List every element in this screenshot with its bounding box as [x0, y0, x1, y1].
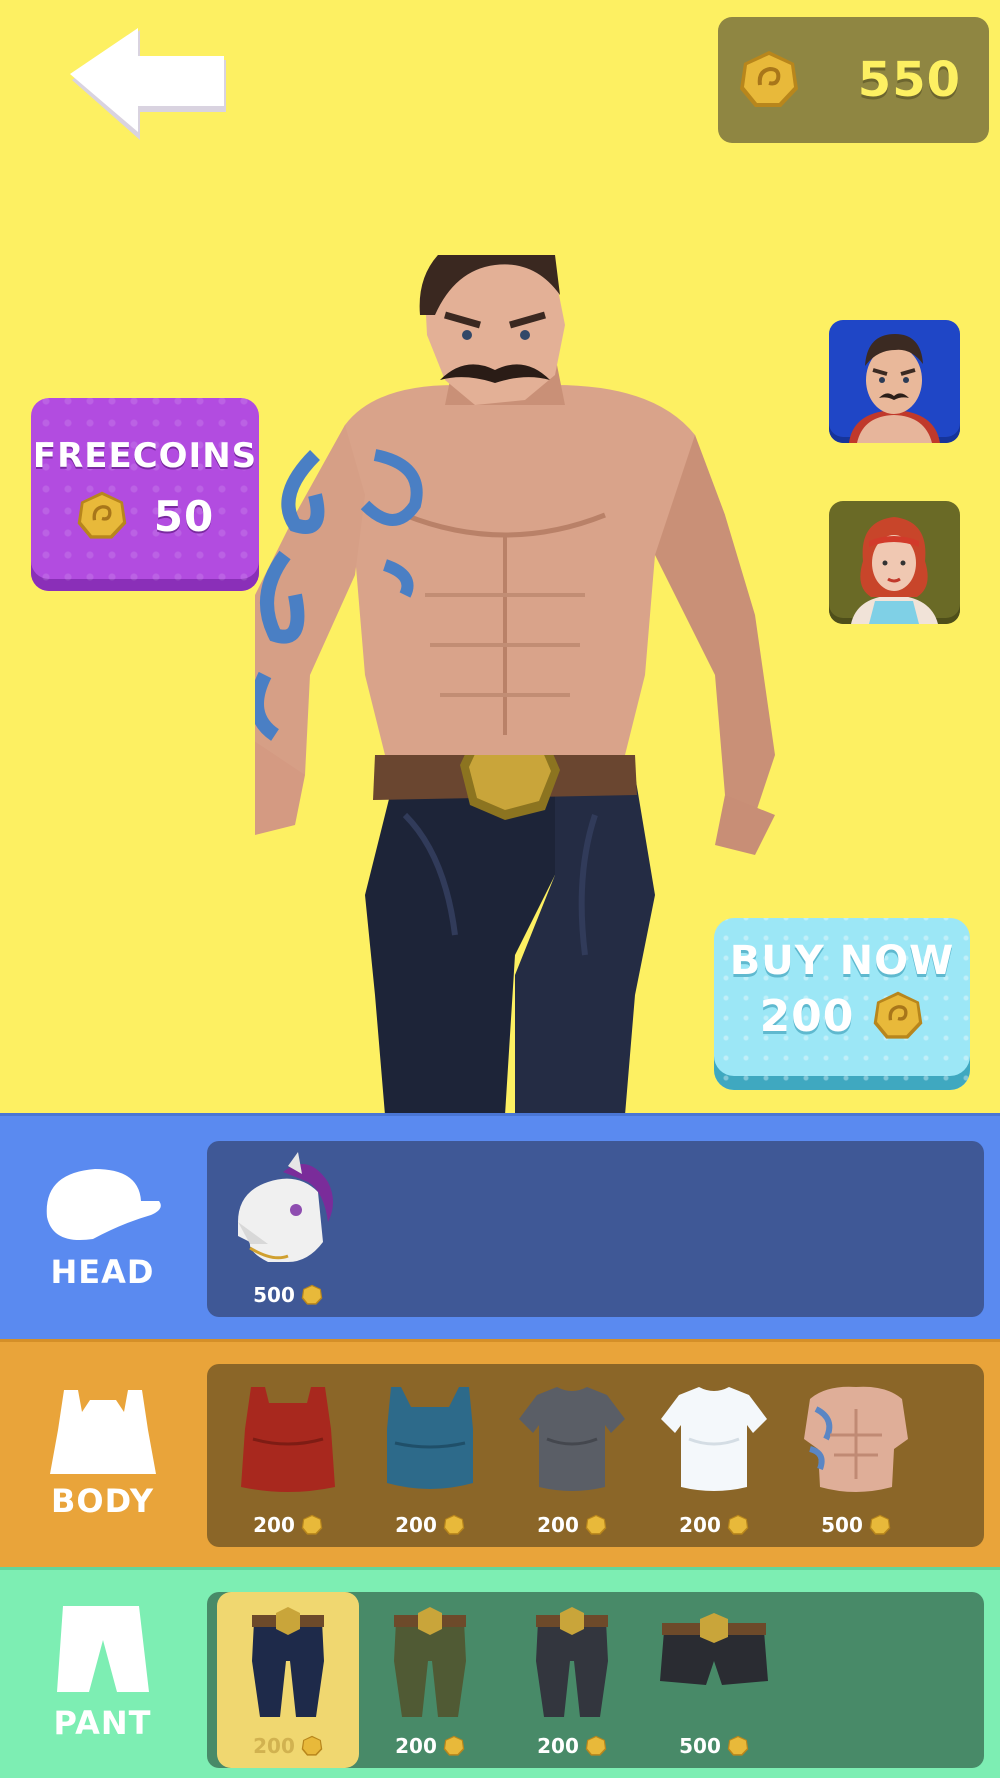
- coin-icon: [738, 49, 800, 111]
- pant-row: PANT 200 200 200 500: [0, 1567, 1000, 1778]
- item-price: 200: [537, 1513, 579, 1537]
- black-shorts-icon: [660, 1613, 768, 1685]
- tank-top-icon: [49, 1389, 156, 1474]
- white-tshirt-icon: [661, 1386, 767, 1491]
- back-arrow-icon: [70, 28, 226, 140]
- coin-icon: [443, 1735, 465, 1756]
- red-tank-top-icon: [241, 1386, 335, 1492]
- coin-icon: [585, 1735, 607, 1756]
- olive-pants-icon: [394, 1607, 466, 1717]
- buy-now-label: BUY NOW: [729, 938, 955, 984]
- coin-icon: [585, 1514, 607, 1535]
- character-select-male[interactable]: [829, 320, 960, 443]
- coin-icon: [301, 1284, 323, 1305]
- coin-balance-value: 550: [857, 52, 961, 108]
- coin-icon: [869, 1514, 891, 1535]
- horse-mask-icon: [238, 1152, 333, 1262]
- coin-icon: [727, 1735, 749, 1756]
- item-olive-pants[interactable]: 200: [359, 1592, 501, 1768]
- item-horse-mask[interactable]: 500: [217, 1141, 359, 1317]
- item-price: 200: [253, 1734, 295, 1758]
- body-row: BODY 200 200 200 200 500: [0, 1339, 1000, 1567]
- item-navy-pants[interactable]: 200: [217, 1592, 359, 1768]
- head-items-panel: 500: [207, 1141, 984, 1317]
- item-price: 200: [537, 1734, 579, 1758]
- category-body[interactable]: BODY: [0, 1342, 205, 1567]
- item-grey-tshirt[interactable]: 200: [501, 1364, 643, 1547]
- category-pant[interactable]: PANT: [0, 1570, 205, 1778]
- item-price: 500: [253, 1283, 295, 1307]
- freecoins-button[interactable]: FREECOINS 50: [31, 398, 259, 591]
- category-body-label: BODY: [51, 1481, 154, 1520]
- pants-icon: [56, 1606, 149, 1692]
- coin-icon: [301, 1735, 323, 1756]
- item-dark-grey-pants[interactable]: 200: [501, 1592, 643, 1768]
- grey-tshirt-icon: [519, 1386, 625, 1491]
- item-tattoo-torso[interactable]: 500: [785, 1364, 927, 1547]
- item-white-tshirt[interactable]: 200: [643, 1364, 785, 1547]
- coin-balance: 550: [718, 17, 989, 143]
- coin-icon: [872, 990, 924, 1042]
- item-price: 200: [253, 1513, 295, 1537]
- navy-pants-icon: [252, 1607, 324, 1717]
- character-select-female[interactable]: [829, 501, 960, 624]
- item-price: 500: [679, 1734, 721, 1758]
- back-button[interactable]: [70, 28, 230, 143]
- dark-grey-pants-icon: [536, 1607, 608, 1717]
- category-pant-label: PANT: [53, 1704, 152, 1742]
- coin-icon: [301, 1514, 323, 1535]
- item-red-tank-top[interactable]: 200: [217, 1364, 359, 1547]
- blue-tank-top-icon: [387, 1386, 473, 1489]
- tattoo-torso-icon: [804, 1386, 908, 1492]
- buy-now-price: 200: [759, 990, 855, 1042]
- pant-items-panel: 200 200 200 500: [207, 1592, 984, 1768]
- item-blue-tank-top[interactable]: 200: [359, 1364, 501, 1547]
- coin-icon: [76, 490, 128, 542]
- head-row: HEAD 500: [0, 1113, 1000, 1339]
- item-black-shorts[interactable]: 500: [643, 1592, 785, 1768]
- freecoins-title: FREECOINS: [32, 436, 258, 476]
- item-price: 200: [395, 1513, 437, 1537]
- body-items-panel: 200 200 200 200 500: [207, 1364, 984, 1547]
- buy-now-button[interactable]: BUY NOW 200: [714, 918, 970, 1090]
- female-avatar-icon: [851, 517, 938, 624]
- coin-icon: [443, 1514, 465, 1535]
- coin-icon: [727, 1514, 749, 1535]
- item-price: 200: [679, 1513, 721, 1537]
- freecoins-amount: 50: [153, 491, 215, 541]
- item-price: 200: [395, 1734, 437, 1758]
- cap-icon: [46, 1168, 161, 1240]
- category-head-label: HEAD: [50, 1252, 155, 1291]
- category-head[interactable]: HEAD: [0, 1116, 205, 1339]
- male-avatar-icon: [849, 334, 940, 443]
- item-price: 500: [821, 1513, 863, 1537]
